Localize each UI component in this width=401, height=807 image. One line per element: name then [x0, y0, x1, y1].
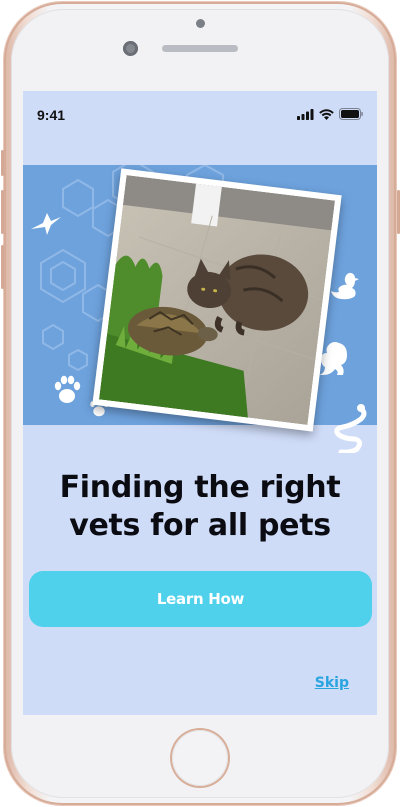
mute-switch: [1, 150, 4, 176]
status-icons: [297, 108, 363, 120]
paw-print-icon: [54, 375, 81, 403]
hummingbird-icon: [31, 213, 61, 235]
headline-line-1: Finding the right: [59, 470, 341, 505]
skip-link[interactable]: Skip: [315, 675, 349, 691]
wifi-icon: [319, 108, 334, 120]
home-button[interactable]: [172, 730, 228, 786]
duck-icon: [331, 272, 359, 300]
battery-icon: [339, 108, 363, 120]
cat-tortoise-illustration: [99, 175, 335, 425]
cat-tortoise-photo: [99, 175, 335, 425]
front-camera: [123, 41, 138, 56]
snake-icon: [334, 404, 367, 453]
power-button: [397, 190, 400, 234]
signal-icon: [297, 108, 314, 120]
learn-how-button[interactable]: Learn How: [29, 571, 372, 627]
app-screen: 9:41 Finding the right vets for all pets…: [23, 91, 377, 715]
status-time: 9:41: [37, 107, 66, 123]
headline: Finding the right vets for all pets: [23, 469, 377, 545]
hero-photo: [92, 168, 342, 432]
headline-line-2: vets for all pets: [69, 508, 331, 543]
earpiece-speaker: [162, 45, 238, 52]
volume-down-button: [1, 245, 4, 289]
volume-up-button: [1, 190, 4, 234]
proximity-sensor: [196, 19, 205, 28]
